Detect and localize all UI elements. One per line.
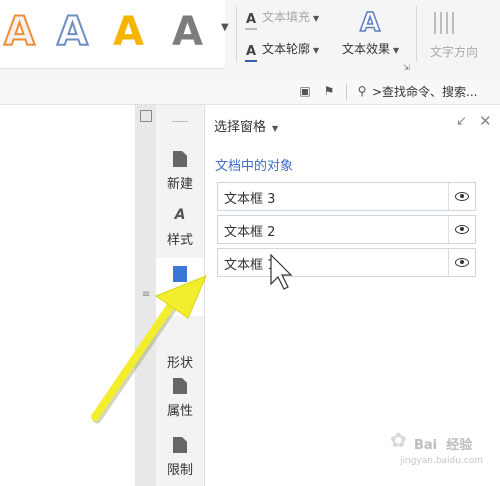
text-outline-label: 文本轮廓 bbox=[262, 42, 311, 56]
text-fill-button[interactable]: A 文本填充 ▼ bbox=[244, 8, 320, 30]
chevron-down-icon: ▼ bbox=[393, 46, 400, 55]
tab-new-label: 新建 bbox=[166, 177, 193, 192]
eye-icon bbox=[455, 192, 469, 201]
object-label: 文本框 2 bbox=[224, 225, 276, 240]
eye-icon bbox=[455, 225, 469, 234]
tab-new[interactable]: 新建 bbox=[156, 151, 204, 192]
object-row-textbox-2[interactable]: 文本框 2 bbox=[217, 215, 476, 244]
divider bbox=[236, 6, 237, 62]
chevron-down-icon: ▼ bbox=[272, 124, 279, 133]
text-outline-icon: A bbox=[244, 45, 258, 62]
search-icon[interactable]: ⚲ bbox=[355, 84, 369, 98]
visibility-toggle[interactable] bbox=[448, 183, 475, 210]
tab-restrict-label: 限制 bbox=[166, 463, 193, 478]
wordart-style-gold[interactable]: A bbox=[113, 6, 144, 58]
tab-properties-label: 属性 bbox=[166, 404, 193, 419]
tab-style-label: 样式 bbox=[166, 233, 193, 248]
paw-logo-icon: ✿ bbox=[390, 428, 407, 452]
chevron-down-icon: ▼ bbox=[313, 14, 320, 23]
pane-title-text: 选择窗格 bbox=[214, 120, 267, 135]
style-fx-icon: A bbox=[174, 207, 186, 223]
flag-icon[interactable]: ⚑ bbox=[322, 84, 336, 98]
command-search[interactable]: >查找命令、搜索... bbox=[372, 83, 478, 100]
gallery-more-icon[interactable]: ▼ bbox=[221, 22, 229, 33]
close-icon[interactable]: ✕ bbox=[479, 112, 492, 130]
restrict-icon bbox=[173, 437, 187, 453]
pane-title[interactable]: 选择窗格 ▼ bbox=[214, 116, 278, 135]
text-effect-button[interactable]: 文本效果 ▼ bbox=[342, 40, 399, 57]
tab-collapse-line bbox=[172, 121, 188, 122]
document-canvas[interactable] bbox=[0, 105, 135, 486]
object-label: 文本框 3 bbox=[224, 192, 276, 207]
watermark-main: Bai 经验 bbox=[414, 438, 473, 453]
baidu-watermark: ✿ Bai 经验 jingyan.baidu.com bbox=[378, 428, 496, 482]
text-outline-button[interactable]: A 文本轮廓 ▼ bbox=[244, 40, 320, 62]
visibility-toggle[interactable] bbox=[448, 249, 475, 276]
text-effect-icon[interactable]: A bbox=[359, 7, 381, 39]
text-direction-label[interactable]: 文字方向 bbox=[430, 43, 478, 60]
collapse-pane-icon[interactable]: ↙ bbox=[456, 114, 467, 129]
wordart-style-blue[interactable]: A bbox=[56, 6, 89, 58]
divider bbox=[346, 84, 347, 100]
text-fill-icon: A bbox=[244, 13, 258, 30]
drag-handle-icon[interactable]: ≡ bbox=[142, 290, 150, 300]
tab-style[interactable]: A 样式 bbox=[156, 207, 204, 248]
tab-shape[interactable]: 形状 bbox=[156, 346, 204, 371]
wordart-style-gray[interactable]: A bbox=[172, 6, 203, 58]
tab-selection[interactable]: 选择 bbox=[156, 258, 204, 316]
new-doc-icon bbox=[173, 151, 187, 167]
objects-heading: 文档中的对象 bbox=[215, 159, 294, 174]
chevron-down-icon: ▼ bbox=[313, 46, 320, 55]
gutter-toggle-icon[interactable] bbox=[140, 110, 152, 122]
wordart-style-orange[interactable]: A bbox=[3, 6, 36, 58]
watermark-sub: jingyan.baidu.com bbox=[400, 456, 484, 466]
visibility-toggle[interactable] bbox=[448, 216, 475, 243]
pin-icon[interactable]: ▣ bbox=[298, 84, 312, 98]
tab-shape-label: 形状 bbox=[166, 356, 193, 371]
selection-icon bbox=[173, 266, 187, 282]
tab-properties[interactable]: 属性 bbox=[156, 378, 204, 419]
tab-selection-label: 选择 bbox=[166, 292, 193, 307]
divider bbox=[416, 6, 417, 62]
properties-icon bbox=[173, 378, 187, 394]
object-row-textbox-3[interactable]: 文本框 3 bbox=[217, 182, 476, 211]
text-fill-label: 文本填充 bbox=[262, 10, 311, 24]
dialog-launcher-icon[interactable]: ⇲ bbox=[403, 63, 410, 72]
text-effect-label: 文本效果 bbox=[342, 42, 391, 56]
eye-icon bbox=[455, 258, 469, 267]
object-label: 文本框 1 bbox=[224, 258, 276, 273]
tab-restrict[interactable]: 限制 bbox=[156, 437, 204, 478]
text-direction-icon[interactable] bbox=[430, 10, 460, 36]
object-row-textbox-1[interactable]: 文本框 1 bbox=[217, 248, 476, 277]
